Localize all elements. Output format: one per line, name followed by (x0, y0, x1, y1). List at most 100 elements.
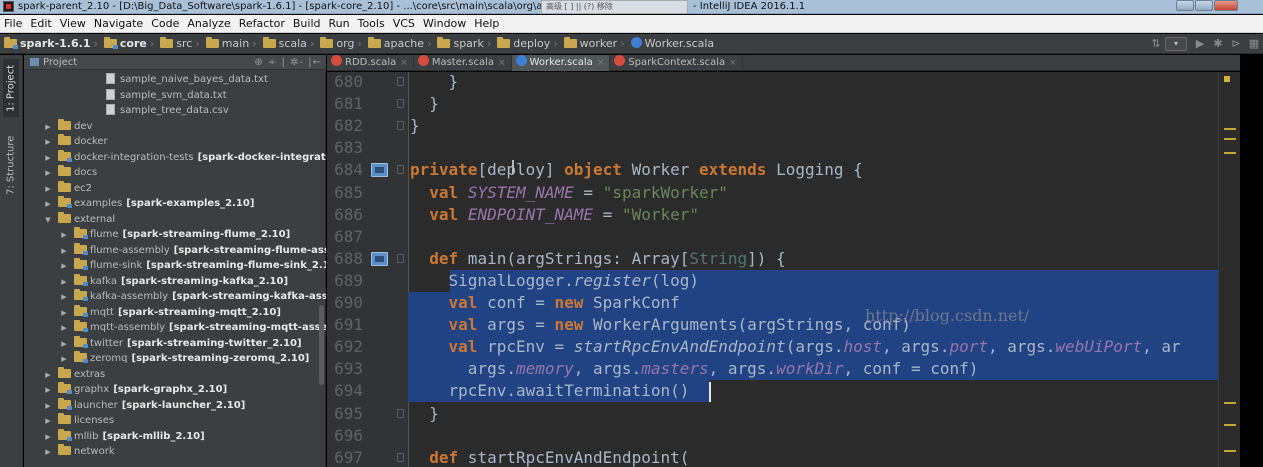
implementation-gutter-icon[interactable] (371, 163, 388, 178)
code-line[interactable]: 695 } (327, 403, 1240, 425)
menu-window[interactable]: Window (419, 15, 470, 33)
code-line[interactable]: 696 (327, 425, 1240, 447)
expand-arrow-icon[interactable]: ▼ (44, 213, 52, 229)
tree-row[interactable]: ▶ kafka-assembly [spark-streaming-kafka-as… (24, 289, 326, 305)
tree-row[interactable]: ▶ flume-assembly [spark-streaming-flume-as… (24, 242, 326, 260)
minimize-button[interactable] (1176, 0, 1194, 11)
menu-build[interactable]: Build (289, 15, 325, 33)
tree-row[interactable]: ▶ docker-integration-tests [spark-docker-i… (24, 149, 326, 167)
debug-icon[interactable]: ✱ (1209, 34, 1227, 54)
breadcrumb-worker[interactable]: worker › (560, 34, 627, 54)
collapse-arrow-icon[interactable]: ▶ (60, 290, 68, 306)
collapse-arrow-icon[interactable]: ▶ (44, 445, 52, 461)
coverage-icon[interactable]: ⊳ (1227, 34, 1245, 54)
menu-view[interactable]: View (56, 15, 90, 33)
collapse-arrow-icon[interactable]: ▶ (44, 197, 52, 213)
collapse-arrow-icon[interactable]: ▶ (44, 182, 52, 198)
code-line[interactable]: 694 rpcEnv.awaitTermination() (327, 380, 1240, 403)
collapse-arrow-icon[interactable]: ▶ (60, 244, 68, 260)
fold-marker-icon[interactable] (397, 253, 404, 263)
tab-sparkcontext-scala[interactable]: SparkContext.scala × (610, 55, 743, 71)
warning-marker[interactable] (1224, 138, 1236, 140)
tree-row[interactable]: ▶ zeromq [spark-streaming-zeromq_2.10] (24, 351, 326, 367)
tree-row[interactable]: sample_tree_data.csv (24, 103, 326, 119)
tree-row[interactable]: ▶ network (24, 444, 326, 460)
collapse-arrow-icon[interactable]: ▶ (44, 151, 52, 167)
tree-row[interactable]: ▶ licenses (24, 413, 326, 429)
menu-vcs[interactable]: VCS (389, 15, 419, 33)
tree-row[interactable]: ▶ launcher [spark-launcher_2.10] (24, 397, 326, 414)
tool-window-project[interactable]: 1: Project (3, 59, 19, 117)
tree-row[interactable]: ▶ kafka [spark-streaming-kafka_2.10] (24, 273, 326, 291)
menu-refactor[interactable]: Refactor (235, 15, 289, 33)
project-panel-tools[interactable]: ⊕ ÷ | ✲- |← (254, 55, 322, 70)
code-line[interactable]: 690 val conf = new SparkConf (327, 292, 1240, 315)
warning-marker[interactable] (1224, 450, 1236, 452)
collapse-arrow-icon[interactable]: ▶ (60, 337, 68, 353)
collapse-arrow-icon[interactable]: ▶ (44, 135, 52, 151)
collapse-arrow-icon[interactable]: ▶ (60, 275, 68, 291)
tree-row[interactable]: ▶ twitter [spark-streaming-twitter_2.10] (24, 335, 326, 353)
fold-marker-icon[interactable] (397, 99, 404, 109)
tree-row[interactable]: ▶ extras (24, 366, 326, 384)
ime-toolbar[interactable]: 高级 [ ] || (?) 移除 (541, 0, 688, 14)
fold-marker-icon[interactable] (397, 165, 404, 175)
menu-navigate[interactable]: Navigate (90, 15, 147, 33)
fold-marker-icon[interactable] (397, 77, 404, 86)
code-line[interactable]: 697 def startRpcEnvAndEndpoint( (327, 447, 1240, 467)
menu-file[interactable]: File (0, 15, 26, 33)
tree-row[interactable]: ▶ ec2 (24, 180, 326, 198)
collapse-arrow-icon[interactable]: ▶ (60, 306, 68, 322)
build-icon[interactable]: ⇅ (1147, 34, 1165, 54)
tree-row[interactable]: ▶ flume [spark-streaming-flume_2.10] (24, 227, 326, 243)
fold-marker-icon[interactable] (397, 408, 404, 418)
code-line[interactable]: 684 private[deploy] object Worker extends… (327, 159, 1240, 181)
tree-row[interactable]: ▶ graphx [spark-graphx_2.10] (24, 382, 326, 398)
menu-edit[interactable]: Edit (26, 15, 55, 33)
collapse-arrow-icon[interactable]: ▶ (44, 120, 52, 136)
code-line[interactable]: 688 def main(argStrings: Array[String]) … (327, 248, 1240, 270)
tree-row[interactable]: ▶ examples [spark-examples_2.10] (24, 196, 326, 212)
code-line[interactable]: 691 val args = new WorkerArguments(argSt… (327, 314, 1240, 337)
code-line[interactable]: 682} (327, 115, 1240, 137)
collapse-arrow-icon[interactable]: ▶ (44, 368, 52, 384)
warning-marker[interactable] (1224, 424, 1236, 426)
breadcrumb-core[interactable]: core › (100, 34, 156, 54)
menu-code[interactable]: Code (147, 15, 183, 33)
close-tab-icon[interactable]: × (400, 58, 408, 68)
collapse-arrow-icon[interactable]: ▶ (44, 430, 52, 446)
fold-marker-icon[interactable] (397, 452, 404, 462)
collapse-arrow-icon[interactable]: ▶ (44, 166, 52, 182)
menu-help[interactable]: Help (470, 15, 503, 33)
project-tree-scrollbar[interactable] (319, 305, 324, 385)
tab-rdd-scala[interactable]: RDD.scala × (327, 55, 414, 71)
breadcrumb-org[interactable]: org › (316, 34, 363, 54)
tree-row[interactable]: ▶ docker (24, 134, 326, 150)
tree-row[interactable]: sample_svm_data.txt (24, 88, 326, 104)
breadcrumb-apache[interactable]: apache › (364, 34, 434, 54)
tree-row[interactable]: ▶ mqtt [spark-streaming-mqtt_2.10] (24, 304, 326, 322)
code-editor[interactable]: 680 } 681 } 682} 683 684 private[deploy] obje… (327, 72, 1240, 467)
code-line[interactable]: 683 (327, 137, 1240, 159)
sdk-icon[interactable]: ▦ (1245, 34, 1263, 54)
breadcrumb-scala[interactable]: scala › (259, 34, 317, 54)
tree-row[interactable]: ▶ docs (24, 165, 326, 181)
close-tab-icon[interactable]: × (729, 58, 737, 68)
menu-analyze[interactable]: Analyze (183, 15, 234, 33)
code-line[interactable]: 693 args.memory, args.masters, args.work… (327, 358, 1240, 381)
breadcrumb-file[interactable]: Worker.scala (627, 34, 717, 54)
tab-worker-scala[interactable]: Worker.scala × (511, 55, 611, 71)
code-line[interactable]: 692 val rpcEnv = startRpcEnvAndEndpoint(… (327, 336, 1240, 359)
fold-marker-icon[interactable] (397, 121, 404, 131)
code-line[interactable]: 687 (327, 226, 1240, 248)
collapse-arrow-icon[interactable]: ▶ (44, 414, 52, 430)
collapse-arrow-icon[interactable]: ▶ (44, 383, 52, 399)
collapse-arrow-icon[interactable]: ▶ (60, 321, 68, 337)
code-line[interactable]: 685 val SYSTEM_NAME = "sparkWorker" (327, 182, 1240, 204)
breadcrumb-main[interactable]: main › (202, 34, 259, 54)
breadcrumb-spark[interactable]: spark › (433, 34, 493, 54)
collapse-arrow-icon[interactable]: ▶ (60, 259, 68, 275)
breadcrumb-src[interactable]: src › (156, 34, 201, 54)
collapse-arrow-icon[interactable]: ▶ (60, 352, 68, 368)
error-stripe-bar[interactable] (1218, 72, 1240, 467)
